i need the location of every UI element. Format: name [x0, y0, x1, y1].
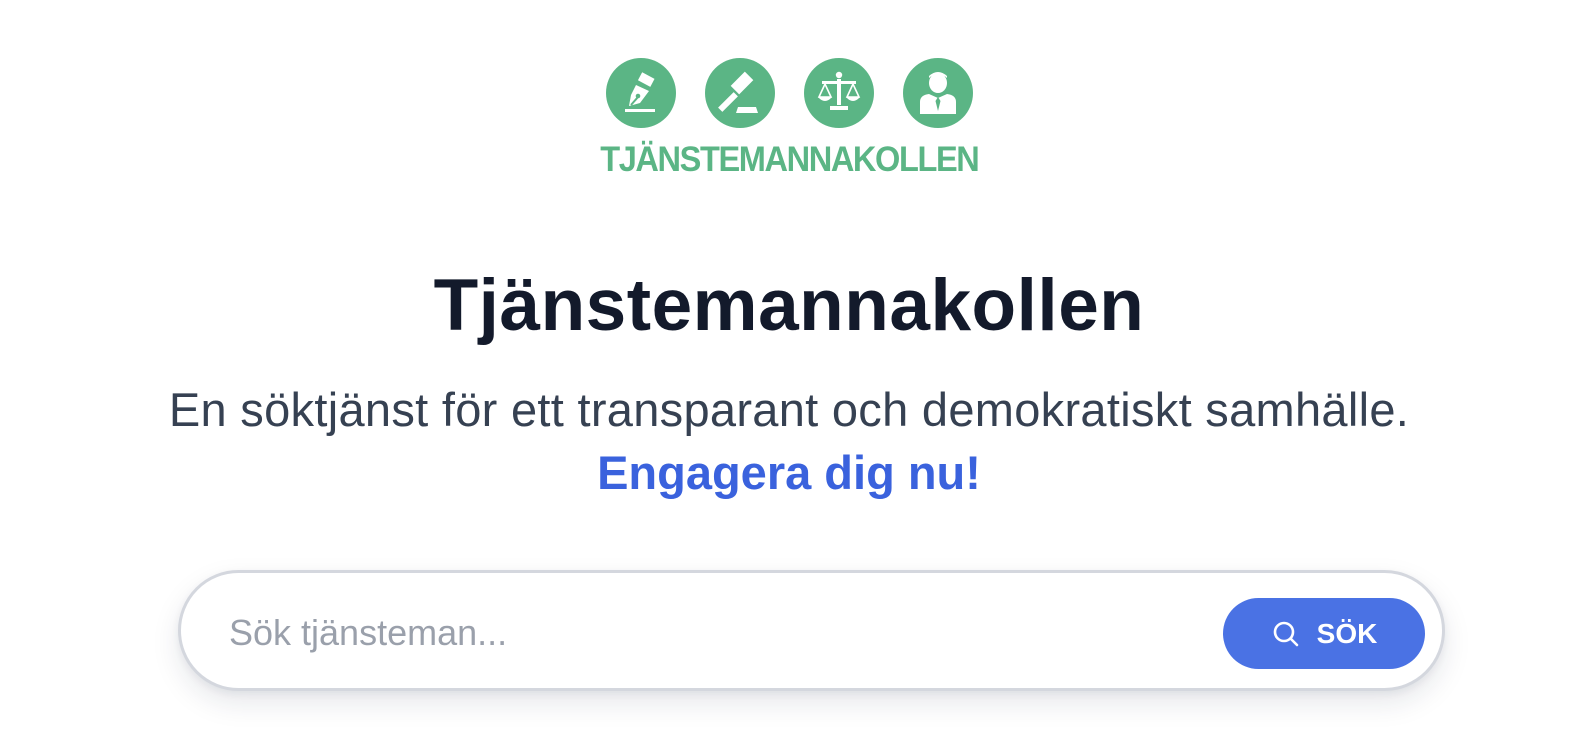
site-logo[interactable]: TJÄNSTEMANNAKOLLEN — [0, 58, 1578, 177]
scales-icon — [803, 58, 874, 128]
search-icon — [1271, 619, 1301, 649]
search-input[interactable] — [227, 603, 1191, 663]
pen-icon — [605, 58, 676, 128]
tagline: En söktjänst för ett transparant och dem… — [168, 383, 1410, 436]
engage-link[interactable]: Engagera dig nu! — [0, 445, 1578, 501]
official-icon — [902, 58, 973, 128]
gavel-icon — [704, 58, 775, 128]
search-button-label: SÖK — [1316, 617, 1378, 649]
logo-icons — [605, 58, 973, 128]
search-button[interactable]: SÖK — [1223, 598, 1425, 669]
page: TJÄNSTEMANNAKOLLEN Tjänstemannakollen En… — [0, 0, 1578, 736]
logo-wordmark: TJÄNSTEMANNAKOLLEN — [599, 140, 980, 179]
search-bar: SÖK — [178, 570, 1445, 691]
page-title: Tjänstemannakollen — [433, 265, 1145, 346]
